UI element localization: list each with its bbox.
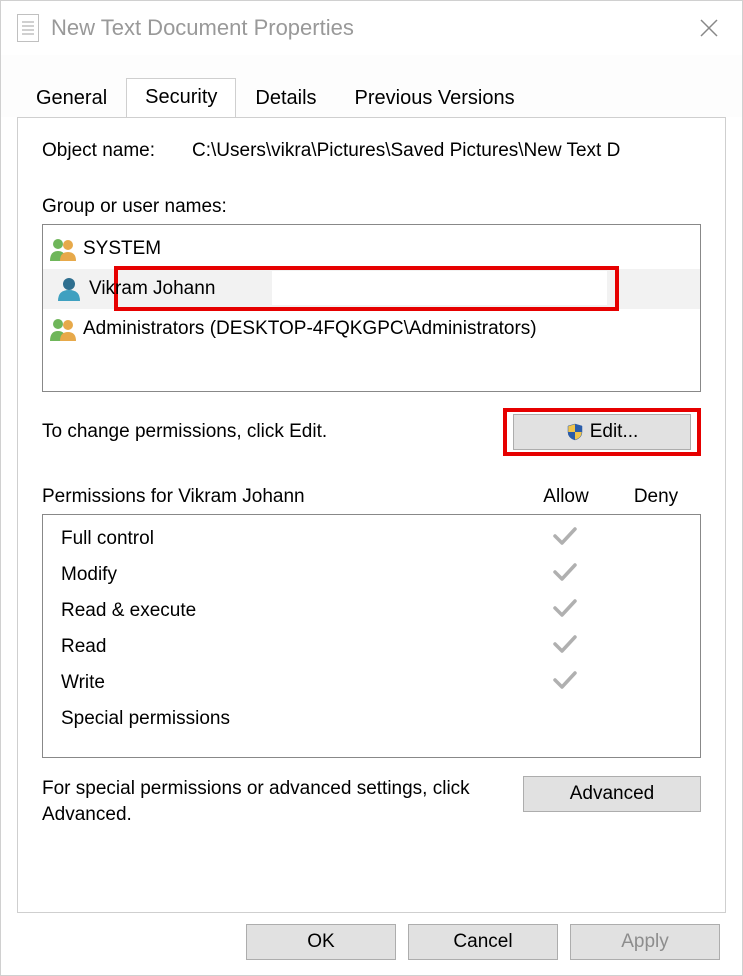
perm-name: Special permissions <box>61 708 520 730</box>
check-icon <box>552 634 578 660</box>
user-list[interactable]: SYSTEM Vikram Johann Administrators (DES… <box>42 224 701 392</box>
window-title: New Text Document Properties <box>51 15 684 41</box>
change-permissions-text: To change permissions, click Edit. <box>42 421 503 443</box>
close-icon <box>700 19 718 37</box>
permissions-header-deny: Deny <box>611 486 701 508</box>
perm-allow <box>520 526 610 552</box>
user-row-label: Administrators (DESKTOP-4FQKGPC\Administ… <box>83 318 537 340</box>
permissions-header-name: Permissions for Vikram Johann <box>42 486 521 508</box>
tab-general[interactable]: General <box>17 79 126 118</box>
perm-name: Modify <box>61 564 520 586</box>
user-row-system[interactable]: SYSTEM <box>43 229 700 269</box>
tab-strip: General Security Details Previous Versio… <box>1 55 742 117</box>
object-name-label: Object name: <box>42 140 192 162</box>
apply-button: Apply <box>570 924 720 960</box>
cancel-button[interactable]: Cancel <box>408 924 558 960</box>
users-icon <box>49 237 77 261</box>
perm-allow <box>520 670 610 696</box>
tab-details[interactable]: Details <box>236 79 335 118</box>
check-icon <box>552 598 578 624</box>
close-button[interactable] <box>684 8 734 48</box>
button-bar: OK Cancel Apply <box>1 909 742 975</box>
perm-allow <box>520 634 610 660</box>
check-icon <box>552 526 578 552</box>
perm-row-read[interactable]: Read <box>43 629 700 665</box>
user-row-label: Vikram Johann <box>89 278 215 300</box>
advanced-button[interactable]: Advanced <box>523 776 701 812</box>
permissions-header: Permissions for Vikram Johann Allow Deny <box>42 486 701 508</box>
perm-row-write[interactable]: Write <box>43 665 700 701</box>
perm-name: Read <box>61 636 520 658</box>
shield-icon <box>566 423 584 441</box>
permissions-header-allow: Allow <box>521 486 611 508</box>
user-icon <box>55 277 83 301</box>
permissions-table: Full control Modify Read & execute Read <box>42 514 701 758</box>
change-permissions-row: To change permissions, click Edit. Edit.… <box>42 408 701 456</box>
properties-window: New Text Document Properties General Sec… <box>0 0 743 976</box>
groups-label: Group or user names: <box>42 196 701 218</box>
user-row-vikram[interactable]: Vikram Johann <box>43 269 700 309</box>
perm-name: Write <box>61 672 520 694</box>
ok-button[interactable]: OK <box>246 924 396 960</box>
edit-button-highlight: Edit... <box>503 408 701 456</box>
perm-row-full-control[interactable]: Full control <box>43 521 700 557</box>
redaction-patch <box>272 271 607 305</box>
perm-name: Full control <box>61 528 520 550</box>
object-name-row: Object name: C:\Users\vikra\Pictures\Sav… <box>42 140 701 162</box>
edit-button-label: Edit... <box>590 421 639 443</box>
perm-row-read-execute[interactable]: Read & execute <box>43 593 700 629</box>
advanced-row: For special permissions or advanced sett… <box>42 776 701 827</box>
tab-content: Object name: C:\Users\vikra\Pictures\Sav… <box>17 117 726 913</box>
perm-allow <box>520 562 610 588</box>
document-icon <box>17 14 39 42</box>
users-icon <box>49 317 77 341</box>
perm-name: Read & execute <box>61 600 520 622</box>
perm-row-special[interactable]: Special permissions <box>43 701 700 737</box>
advanced-text: For special permissions or advanced sett… <box>42 776 503 827</box>
tab-security[interactable]: Security <box>126 78 236 118</box>
check-icon <box>552 670 578 696</box>
user-row-administrators[interactable]: Administrators (DESKTOP-4FQKGPC\Administ… <box>43 309 700 349</box>
check-icon <box>552 562 578 588</box>
tab-previous-versions[interactable]: Previous Versions <box>336 79 534 118</box>
object-name-value: C:\Users\vikra\Pictures\Saved Pictures\N… <box>192 140 701 162</box>
perm-allow <box>520 598 610 624</box>
perm-row-modify[interactable]: Modify <box>43 557 700 593</box>
user-row-label: SYSTEM <box>83 238 161 260</box>
edit-button[interactable]: Edit... <box>513 414 691 450</box>
titlebar: New Text Document Properties <box>1 1 742 55</box>
